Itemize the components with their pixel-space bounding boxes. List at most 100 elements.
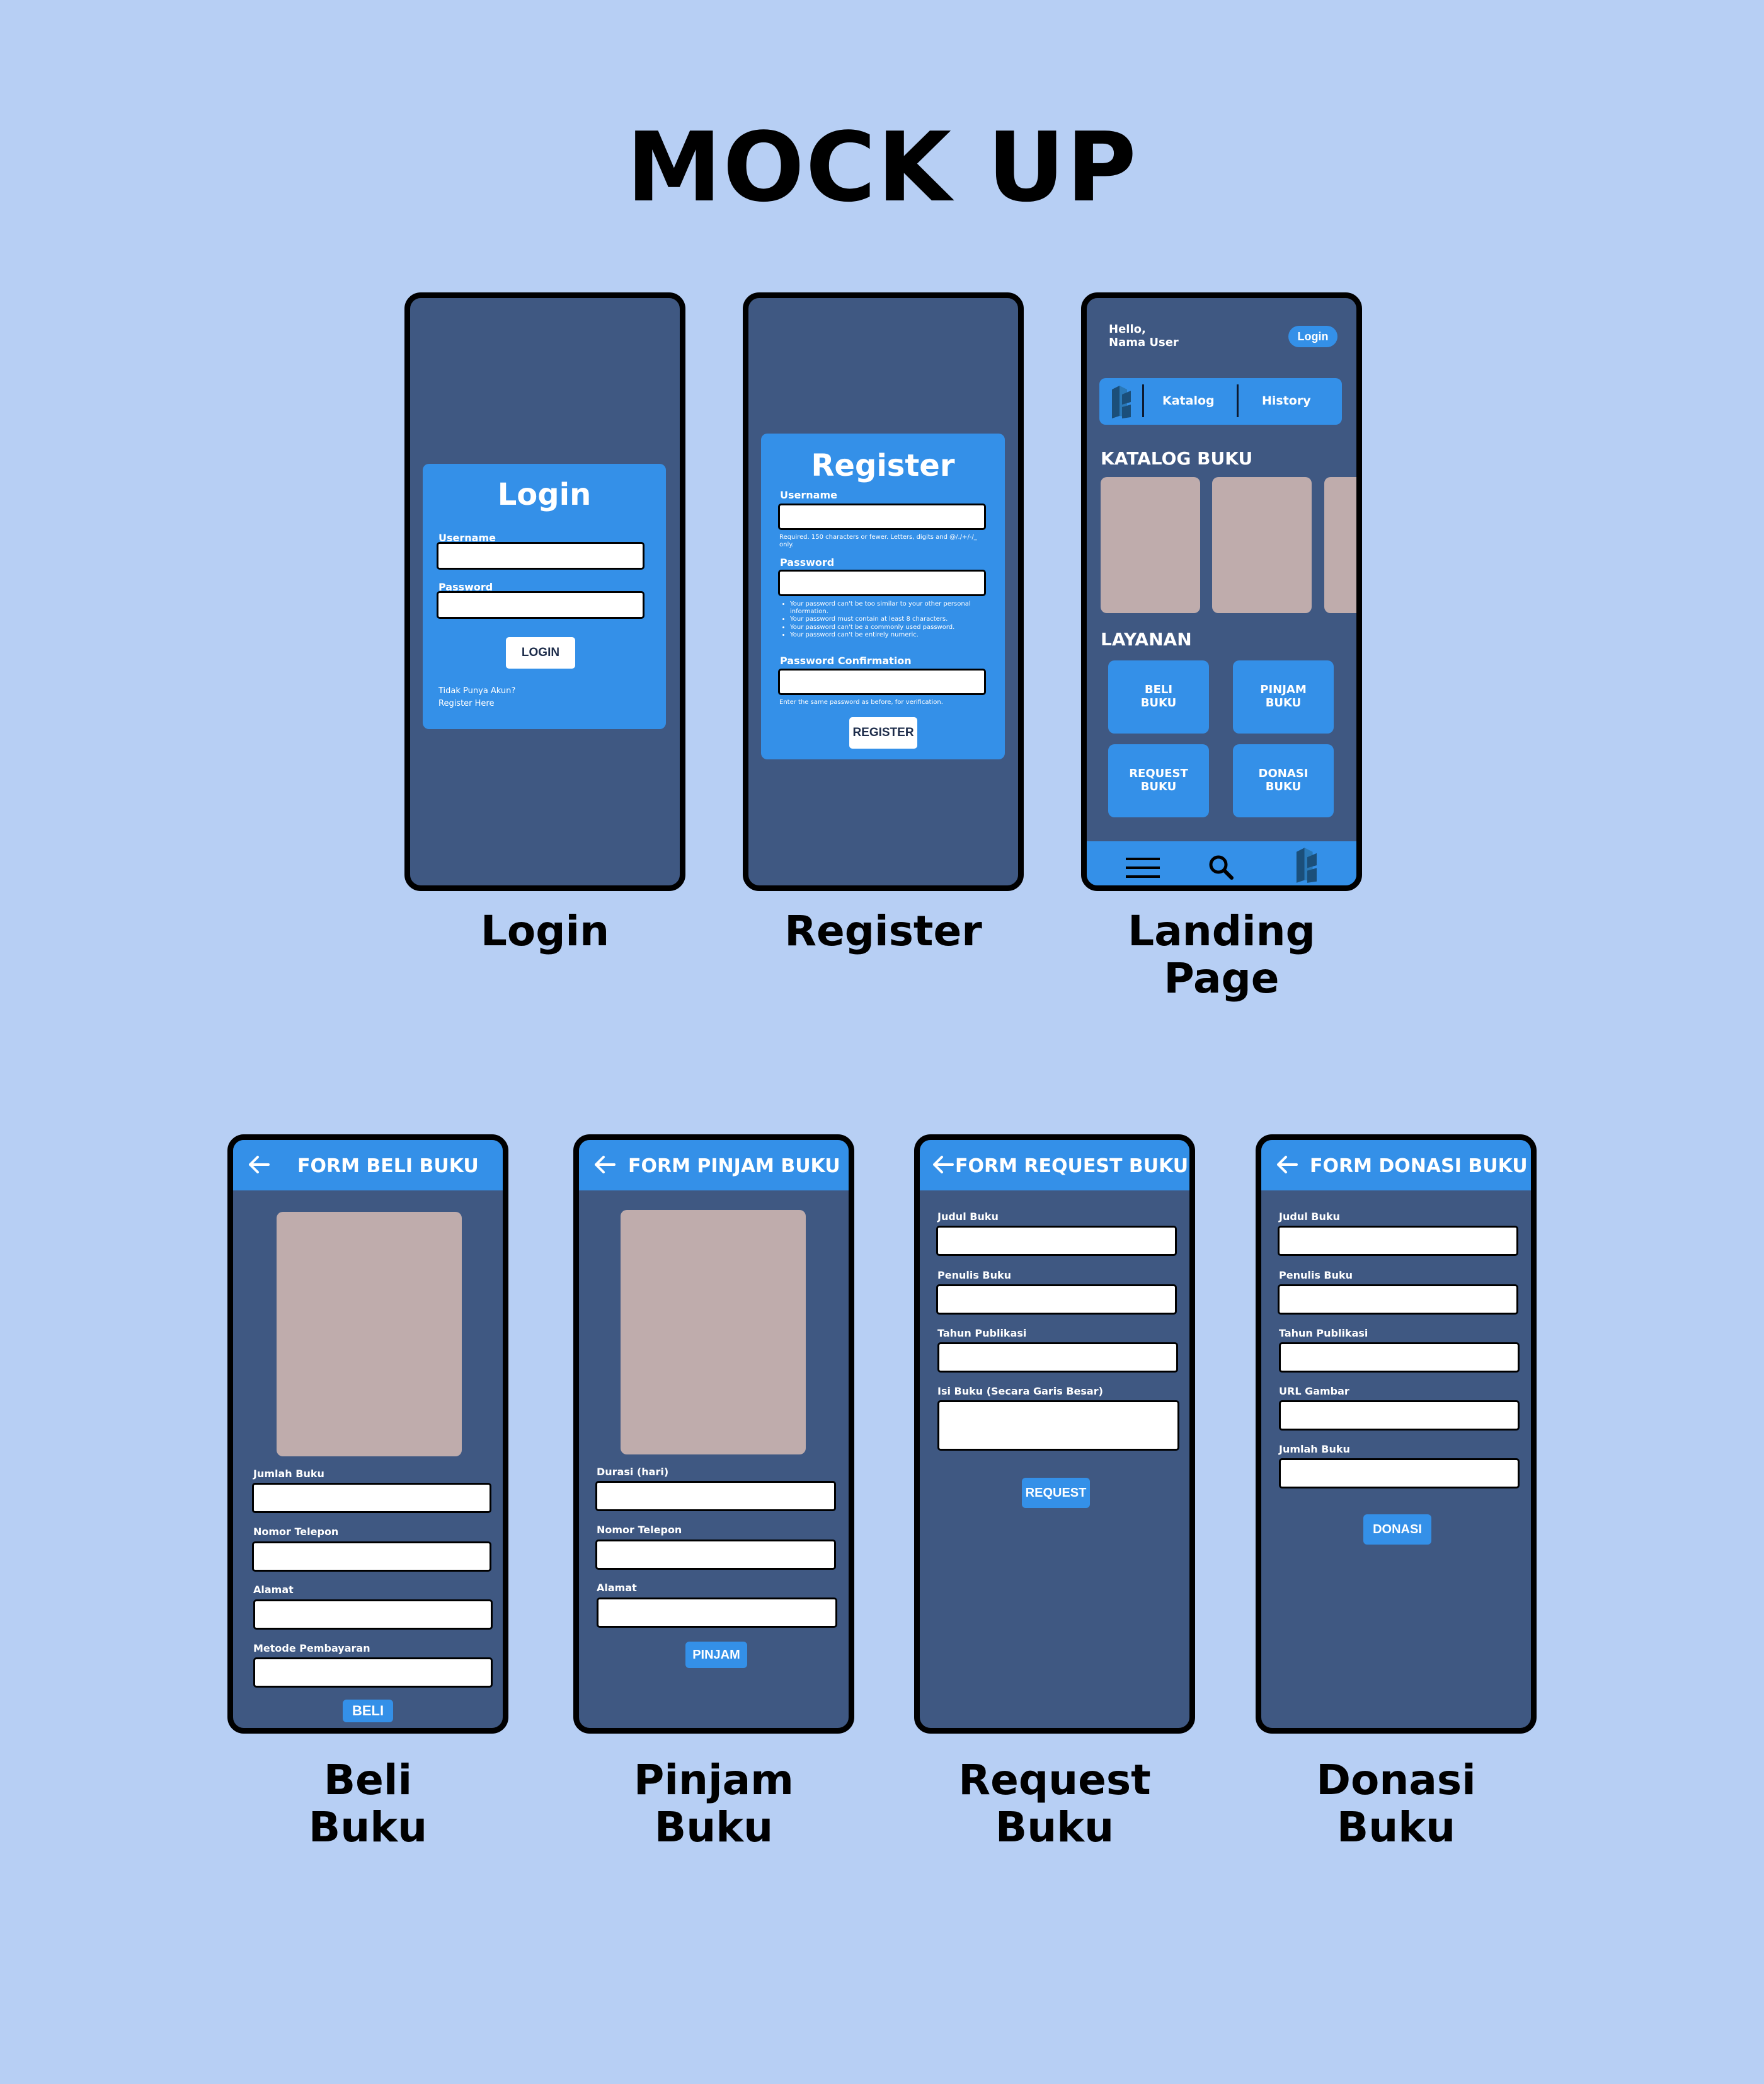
login-button[interactable]: LOGIN xyxy=(506,637,575,669)
field-label: Tahun Publikasi xyxy=(937,1327,1027,1339)
reg-password-field[interactable] xyxy=(778,570,986,596)
request-caption: Request Buku xyxy=(958,1756,1151,1852)
penulis-buku-field[interactable] xyxy=(1278,1284,1518,1315)
password-hints: Your password can't be too similar to yo… xyxy=(780,601,988,639)
pinjam-header-title: FORM PINJAM BUKU xyxy=(628,1155,840,1177)
donasi-header: FORM DONASI BUKU xyxy=(1261,1140,1531,1190)
field-label: Jumlah Buku xyxy=(253,1468,324,1480)
logo-icon[interactable] xyxy=(1292,845,1322,885)
register-button[interactable]: REGISTER xyxy=(849,717,917,749)
field-label: Durasi (hari) xyxy=(597,1466,669,1478)
register-phone: Register Username Required. 150 characte… xyxy=(743,292,1024,891)
register-link[interactable]: Register Here xyxy=(438,699,495,709)
metode-pembayaran-field[interactable] xyxy=(253,1657,493,1688)
durasi-field[interactable] xyxy=(595,1481,836,1511)
password-field[interactable] xyxy=(437,591,644,619)
layanan-heading: LAYANAN xyxy=(1101,629,1192,650)
tahun-publikasi-field[interactable] xyxy=(1279,1342,1520,1373)
donasi-phone: FORM DONASI BUKU Judul Buku Penulis Buku… xyxy=(1256,1134,1537,1734)
back-arrow-icon[interactable] xyxy=(1276,1155,1298,1174)
pinjam-button[interactable]: PINJAM xyxy=(685,1642,747,1668)
field-label: Isi Buku (Secara Garis Besar) xyxy=(937,1385,1103,1397)
reg-confirm-field[interactable] xyxy=(778,669,986,695)
login-title: Login xyxy=(497,477,592,512)
request-button[interactable]: REQUEST xyxy=(1022,1478,1090,1508)
alamat-field[interactable] xyxy=(253,1599,493,1630)
book-cover xyxy=(277,1212,462,1456)
request-header: FORM REQUEST BUKU xyxy=(920,1140,1189,1190)
pinjam-phone: FORM PINJAM BUKU Durasi (hari) Nomor Tel… xyxy=(573,1134,854,1734)
logo-icon[interactable] xyxy=(1108,383,1136,422)
greeting-text: Hello, Nama User xyxy=(1109,323,1179,349)
service-request-button[interactable]: REQUEST BUKU xyxy=(1108,744,1209,817)
field-label: Alamat xyxy=(597,1582,637,1594)
book-cover xyxy=(621,1210,806,1454)
field-label: Nomor Telepon xyxy=(253,1526,339,1538)
password-hint: Your password can't be too similar to yo… xyxy=(790,601,988,616)
jumlah-buku-field[interactable] xyxy=(1279,1458,1520,1488)
landing-login-button[interactable]: Login xyxy=(1288,326,1337,347)
url-gambar-field[interactable] xyxy=(1279,1400,1520,1431)
register-title: Register xyxy=(811,448,955,483)
landing-phone: Hello, Nama User Login Katalog History K… xyxy=(1081,292,1362,891)
landing-caption: Landing Page xyxy=(1128,907,1315,1003)
login-caption: Login xyxy=(480,907,610,955)
field-label: Nomor Telepon xyxy=(597,1524,682,1536)
reg-username-hint: Required. 150 characters or fewer. Lette… xyxy=(779,534,977,548)
reg-username-field[interactable] xyxy=(778,504,986,530)
field-label: Judul Buku xyxy=(1279,1211,1340,1223)
beli-button[interactable]: BELI xyxy=(343,1700,393,1722)
register-caption: Register xyxy=(784,907,982,955)
password-hint: Your password can't be entirely numeric. xyxy=(790,631,988,639)
donasi-caption: Donasi Buku xyxy=(1316,1756,1476,1852)
register-card: Register Username Required. 150 characte… xyxy=(761,434,1005,759)
reg-confirm-hint: Enter the same password as before, for v… xyxy=(779,699,943,706)
beli-phone: FORM BELI BUKU Jumlah Buku Nomor Telepon… xyxy=(227,1134,508,1734)
service-beli-button[interactable]: BELI BUKU xyxy=(1108,660,1209,734)
password-hint: Your password must contain at least 8 ch… xyxy=(790,616,988,623)
landing-nav-bar: Katalog History xyxy=(1099,378,1342,425)
nomor-telepon-field[interactable] xyxy=(595,1540,836,1570)
judul-buku-field[interactable] xyxy=(936,1226,1177,1256)
page-title: MOCK UP xyxy=(626,112,1138,223)
judul-buku-field[interactable] xyxy=(1278,1226,1518,1256)
back-arrow-icon[interactable] xyxy=(932,1155,954,1174)
penulis-buku-field[interactable] xyxy=(936,1284,1177,1315)
katalog-heading: KATALOG BUKU xyxy=(1101,448,1253,469)
field-label: Penulis Buku xyxy=(937,1269,1012,1281)
field-label: Judul Buku xyxy=(937,1211,999,1223)
beli-header: FORM BELI BUKU xyxy=(233,1140,503,1190)
password-hint: Your password can't be a commonly used p… xyxy=(790,624,988,631)
book-cover[interactable] xyxy=(1324,477,1356,613)
bottom-nav-bar xyxy=(1087,841,1356,885)
book-cover[interactable] xyxy=(1101,477,1200,613)
field-label: Tahun Publikasi xyxy=(1279,1327,1368,1339)
pinjam-header: FORM PINJAM BUKU xyxy=(579,1140,849,1190)
username-field[interactable] xyxy=(437,542,644,570)
isi-buku-field[interactable] xyxy=(937,1400,1179,1451)
service-pinjam-button[interactable]: PINJAM BUKU xyxy=(1233,660,1334,734)
field-label: Penulis Buku xyxy=(1279,1269,1353,1281)
no-account-text: Tidak Punya Akun? xyxy=(438,686,516,696)
field-label: Jumlah Buku xyxy=(1279,1443,1350,1455)
tahun-publikasi-field[interactable] xyxy=(937,1342,1178,1373)
service-donasi-button[interactable]: DONASI BUKU xyxy=(1233,744,1334,817)
book-cover[interactable] xyxy=(1212,477,1312,613)
beli-header-title: FORM BELI BUKU xyxy=(297,1155,479,1177)
alamat-field[interactable] xyxy=(597,1598,837,1628)
nomor-telepon-field[interactable] xyxy=(252,1541,491,1572)
donasi-header-title: FORM DONASI BUKU xyxy=(1310,1155,1528,1177)
search-icon[interactable] xyxy=(1208,854,1235,884)
reg-password-label: Password xyxy=(780,556,835,568)
request-phone: FORM REQUEST BUKU Judul Buku Penulis Buk… xyxy=(914,1134,1195,1734)
nav-history[interactable]: History xyxy=(1262,394,1311,408)
menu-icon[interactable] xyxy=(1126,855,1160,883)
donasi-button[interactable]: DONASI xyxy=(1363,1514,1431,1545)
nav-divider xyxy=(1237,384,1239,417)
nav-katalog[interactable]: Katalog xyxy=(1162,394,1215,408)
back-arrow-icon[interactable] xyxy=(248,1155,270,1174)
jumlah-buku-field[interactable] xyxy=(252,1483,491,1513)
reg-username-label: Username xyxy=(780,489,837,501)
request-header-title: FORM REQUEST BUKU xyxy=(955,1155,1189,1177)
back-arrow-icon[interactable] xyxy=(594,1155,616,1174)
